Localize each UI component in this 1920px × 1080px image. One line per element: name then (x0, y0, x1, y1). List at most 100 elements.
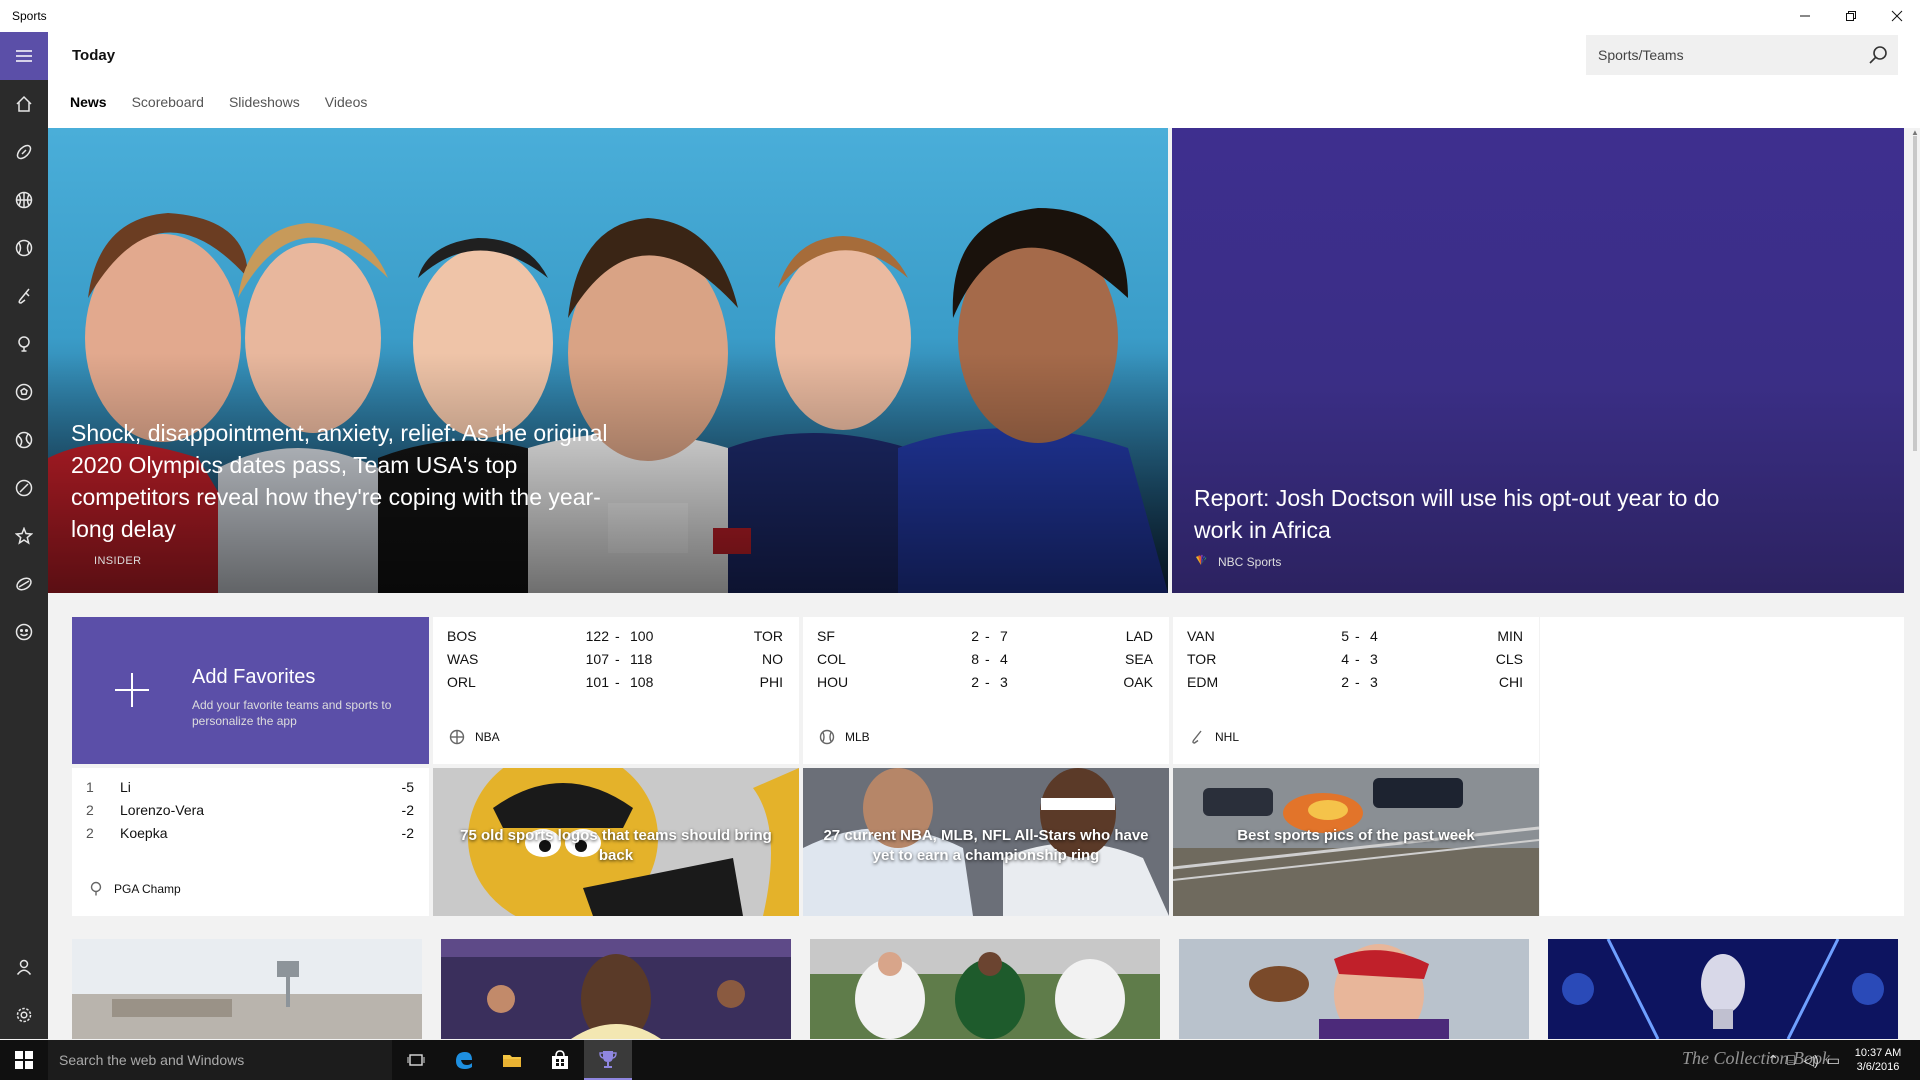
taskbar-file-explorer[interactable] (488, 1040, 536, 1080)
tennis-icon (15, 431, 33, 449)
system-clock[interactable]: 10:37 AM 3/6/2016 (1848, 1046, 1908, 1074)
task-view-button[interactable] (392, 1040, 440, 1080)
away-team: COL (817, 651, 846, 667)
hero-headline[interactable]: Shock, disappointment, anxiety, relief: … (71, 417, 631, 545)
clock-time: 10:37 AM (1854, 1047, 1902, 1059)
cricket-icon (15, 479, 33, 497)
windows-taskbar: Search the web and Windows The Collectio… (0, 1040, 1920, 1080)
restore-button[interactable] (1828, 0, 1874, 32)
game-row[interactable]: COL 8 - 4 SEA (817, 648, 1153, 671)
search-input[interactable] (1598, 47, 1858, 63)
vertical-scrollbar[interactable]: ▲ (1910, 128, 1920, 1039)
scrollbar-thumb[interactable] (1913, 136, 1917, 451)
story-tile[interactable]: 75 old sports logos that teams should br… (433, 768, 799, 916)
search-button[interactable] (1868, 45, 1888, 65)
nav-account[interactable] (0, 943, 48, 991)
nav-football[interactable] (0, 128, 48, 176)
nav-home[interactable] (0, 80, 48, 128)
nav-baseball[interactable] (0, 224, 48, 272)
away-team: TOR (1187, 651, 1217, 667)
game-row[interactable]: SF 2 - 7 LAD (817, 625, 1153, 648)
search-box[interactable] (1586, 35, 1898, 75)
volume-icon[interactable]: ◁) (1803, 1052, 1818, 1069)
away-score: 2 (971, 674, 979, 690)
nav-hockey[interactable] (0, 272, 48, 320)
network-icon[interactable]: ⌸ (1787, 1052, 1795, 1069)
home-team: MIN (1497, 628, 1523, 644)
notifications-icon[interactable]: ▭ (1827, 1052, 1840, 1069)
tab-slideshows[interactable]: Slideshows (229, 94, 300, 110)
fantasy-icon (15, 623, 33, 641)
home-score: 4 (1370, 628, 1378, 644)
story-thumbnail[interactable] (1548, 939, 1898, 1039)
main-content: Shock, disappointment, anxiety, relief: … (48, 128, 1920, 1039)
minimize-button[interactable] (1782, 0, 1828, 32)
stadium-photo (72, 939, 422, 1039)
story-tile[interactable]: 27 current NBA, MLB, NFL All-Stars who h… (803, 768, 1169, 916)
nav-cricket[interactable] (0, 464, 48, 512)
leader-name: Lorenzo-Vera (120, 802, 205, 818)
nav-rugby[interactable] (0, 560, 48, 608)
story-tile[interactable]: Best sports pics of the past week (1173, 768, 1539, 916)
leader-position: 1 (86, 779, 94, 795)
score-separator: - (1355, 628, 1360, 644)
away-team: VAN (1187, 628, 1215, 644)
taskbar-edge[interactable] (440, 1040, 488, 1080)
game-row[interactable]: VAN 5 - 4 MIN (1187, 625, 1523, 648)
game-row[interactable]: HOU 2 - 3 OAK (817, 671, 1153, 694)
title-bar: Sports (0, 0, 1920, 32)
hero-source: INSIDER (94, 555, 142, 567)
game-row[interactable]: BOS 122 - 100 TOR (447, 625, 783, 648)
league-name: NHL (1215, 730, 1240, 744)
game-row[interactable]: WAS 107 - 118 NO (447, 648, 783, 671)
tab-news[interactable]: News (70, 94, 107, 110)
add-favorites-tile[interactable]: Add Favorites Add your favorite teams an… (72, 617, 429, 764)
scoreboard-mlb[interactable]: SF 2 - 7 LAD COL 8 - 4 SEA HOU 2 - 3 OAK… (803, 617, 1169, 764)
home-team: PHI (759, 674, 783, 690)
golf-leaderboard[interactable]: 1 Li -5 2 Lorenzo-Vera -2 2 Koepka -2 PG… (72, 768, 429, 916)
score-separator: - (985, 651, 990, 667)
tab-scoreboard[interactable]: Scoreboard (132, 94, 204, 110)
story-thumbnail[interactable] (72, 939, 422, 1039)
game-row[interactable]: EDM 2 - 3 CHI (1187, 671, 1523, 694)
game-row[interactable]: TOR 4 - 3 CLS (1187, 648, 1523, 671)
scoreboard-nba[interactable]: BOS 122 - 100 TOR WAS 107 - 118 NO ORL 1… (433, 617, 799, 764)
home-score: 7 (1000, 628, 1008, 644)
hamburger-menu-button[interactable] (0, 32, 48, 80)
feature-headline[interactable]: Report: Josh Doctson will use his opt-ou… (1194, 482, 1754, 546)
leader-position: 2 (86, 802, 94, 818)
nav-favorites[interactable] (0, 512, 48, 560)
story-thumbnail[interactable] (441, 939, 791, 1039)
taskbar-sports-app[interactable] (584, 1040, 632, 1080)
tab-videos[interactable]: Videos (325, 94, 368, 110)
nav-fantasy[interactable] (0, 608, 48, 656)
section-tabs: News Scoreboard Slideshows Videos (70, 94, 367, 110)
nav-soccer[interactable] (0, 368, 48, 416)
taskbar-store[interactable] (536, 1040, 584, 1080)
score-separator: - (985, 628, 990, 644)
show-hidden-icons-icon[interactable]: ⌃ (1767, 1052, 1779, 1069)
home-team: CHI (1498, 674, 1523, 690)
story-thumbnail[interactable] (810, 939, 1160, 1039)
close-icon (1891, 10, 1903, 22)
nav-tennis[interactable] (0, 416, 48, 464)
start-button[interactable] (0, 1040, 48, 1080)
folder-icon (503, 1055, 521, 1067)
add-favorites-title: Add Favorites (192, 666, 316, 688)
hamburger-icon (16, 50, 32, 62)
story-thumbnail[interactable] (1179, 939, 1529, 1039)
feature-story[interactable]: Report: Josh Doctson will use his opt-ou… (1172, 128, 1904, 593)
nav-basketball[interactable] (0, 176, 48, 224)
nav-golf[interactable] (0, 320, 48, 368)
score-separator: - (1355, 651, 1360, 667)
soccer-trophy-photo (1548, 939, 1898, 1039)
scoreboard-nhl[interactable]: VAN 5 - 4 MIN TOR 4 - 3 CLS EDM 2 - 3 CH… (1173, 617, 1539, 764)
soccer-icon (15, 383, 33, 401)
page-title: Today (72, 47, 116, 64)
taskbar-search[interactable]: Search the web and Windows (48, 1040, 392, 1080)
close-button[interactable] (1874, 0, 1920, 32)
home-score: 3 (1370, 651, 1378, 667)
hero-story[interactable]: Shock, disappointment, anxiety, relief: … (48, 128, 1168, 593)
nav-settings[interactable] (0, 991, 48, 1039)
game-row[interactable]: ORL 101 - 108 PHI (447, 671, 783, 694)
